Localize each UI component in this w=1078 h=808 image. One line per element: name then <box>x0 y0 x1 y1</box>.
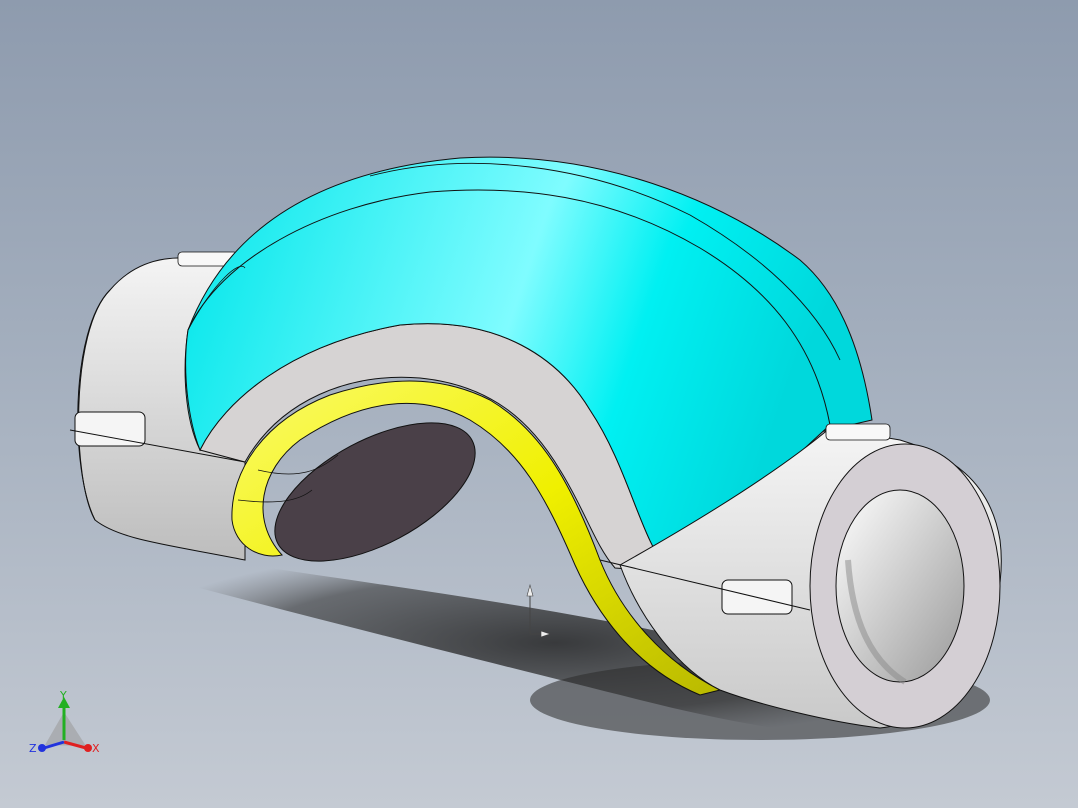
triad-x-label: X <box>92 742 100 755</box>
graphics-viewport[interactable]: Y X Z <box>0 0 1078 808</box>
triad-y-label: Y <box>59 689 67 702</box>
triad-x-arrow-icon <box>84 744 92 752</box>
model-scene[interactable]: Y X Z <box>0 0 1078 808</box>
triad-z-arrow-icon <box>38 744 46 752</box>
view-triad[interactable]: Y X Z <box>29 689 100 755</box>
left-sleeve-key <box>74 411 146 447</box>
right-sleeve-bore <box>835 489 965 683</box>
triad-z-label: Z <box>29 742 37 755</box>
